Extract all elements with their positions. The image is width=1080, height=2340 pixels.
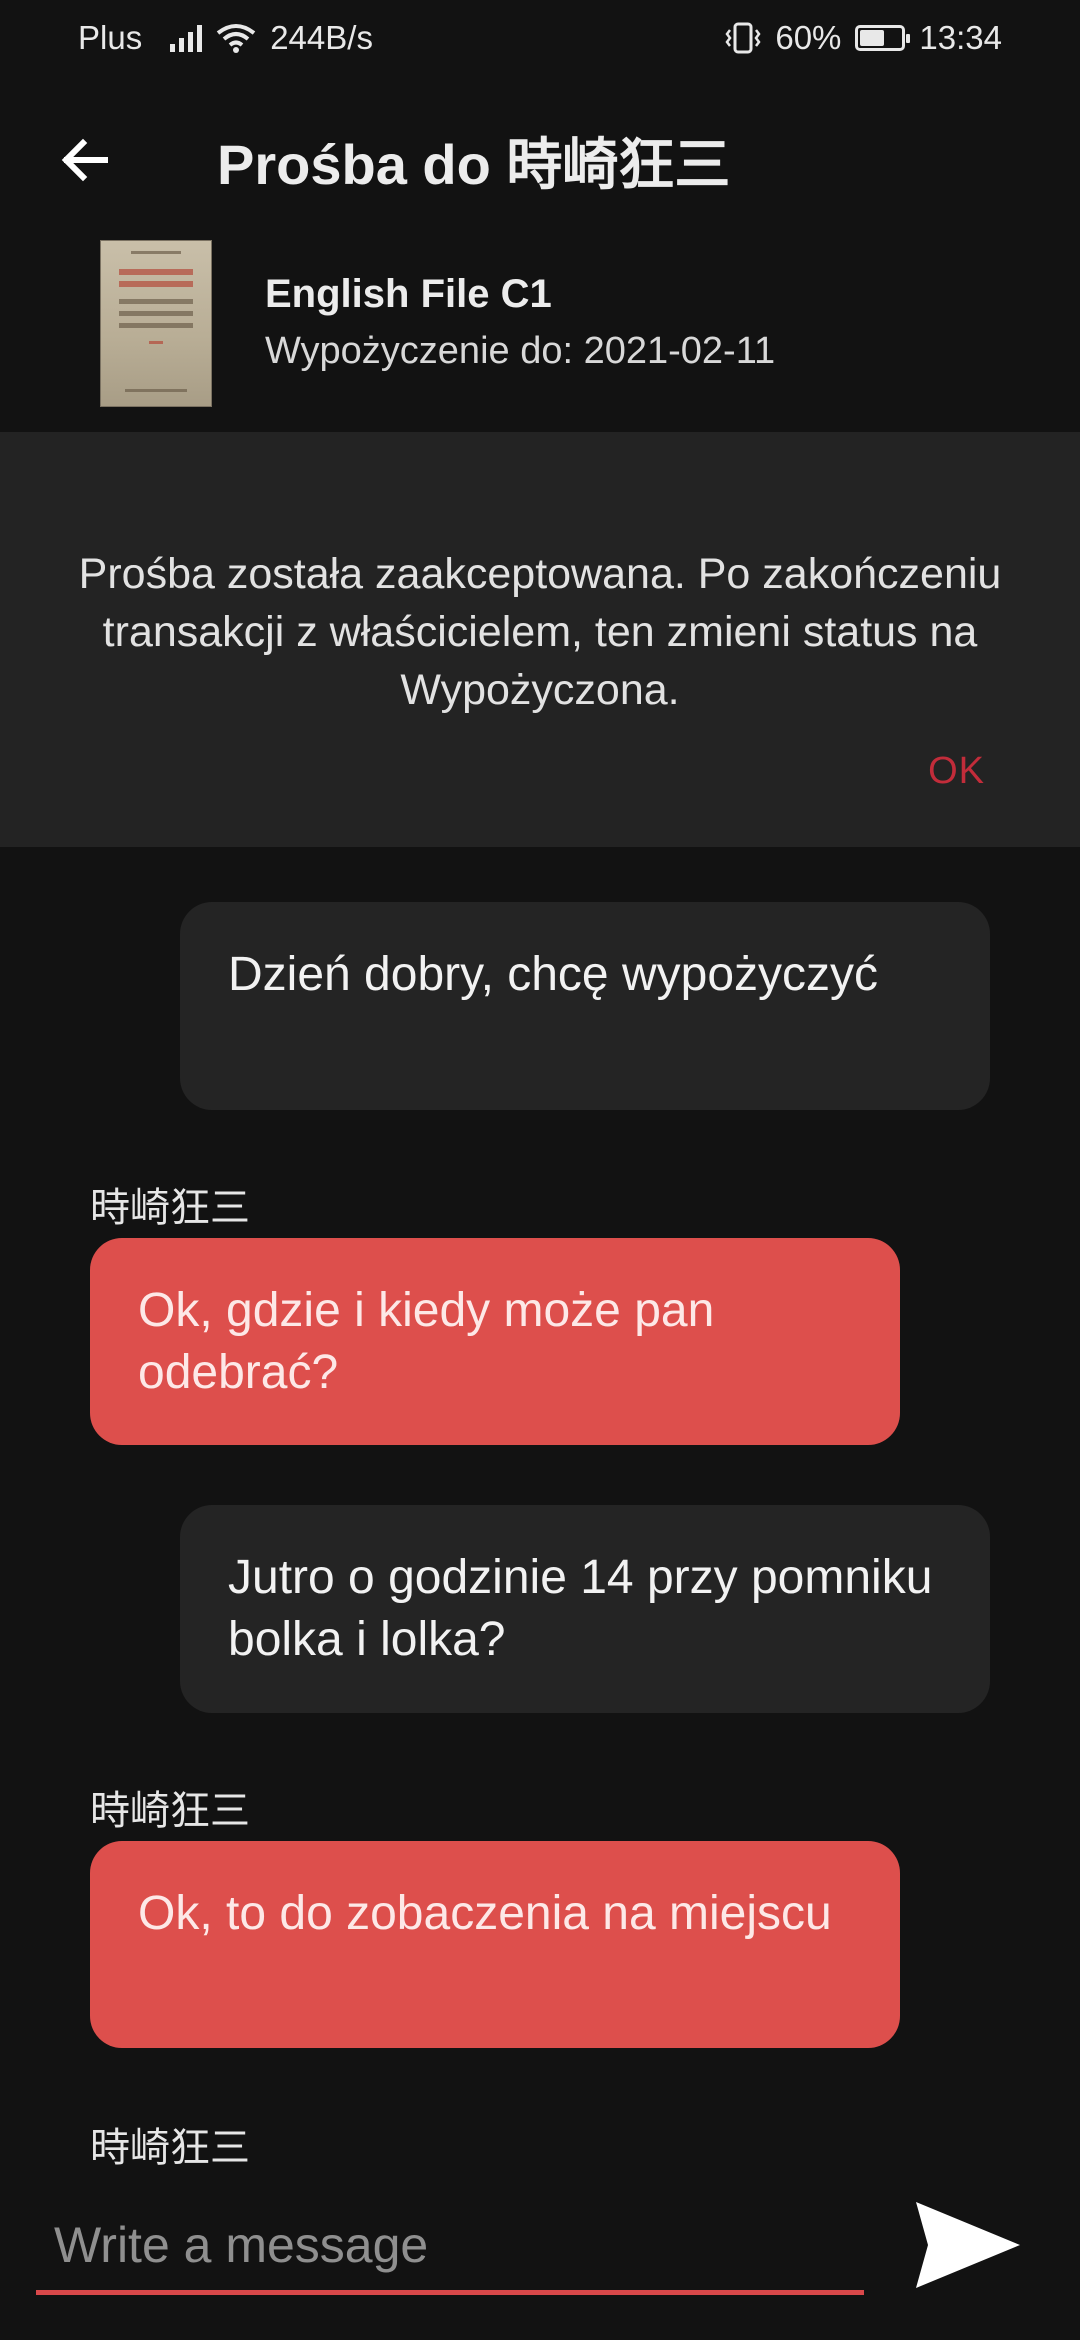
signal-icon: [170, 24, 203, 52]
send-button[interactable]: [910, 2195, 1025, 2295]
ok-button[interactable]: OK: [928, 750, 985, 793]
message-input[interactable]: [36, 2200, 864, 2295]
book-summary: English File C1 Wypożyczenie do: 2021-02…: [0, 230, 1080, 430]
message-text: Ok, gdzie i kiedy może pan odebrać?: [138, 1284, 715, 1399]
loan-due-date: Wypożyczenie do: 2021-02-11: [265, 330, 776, 372]
network-speed: 244B/s: [270, 18, 373, 56]
request-accepted-banner: Prośba została zaakceptowana. Po zakończ…: [0, 432, 1080, 847]
page-title: Prośba do 時崎狂三: [217, 133, 731, 196]
status-left: Plus 244B/s: [78, 19, 373, 57]
battery-icon: [855, 24, 911, 51]
message-sender: 時崎狂三: [90, 1186, 250, 1230]
top-app-bar: Prośba do 時崎狂三: [0, 90, 1080, 225]
message-outgoing: Dzień dobry, chcę wypożyczyć: [180, 902, 990, 1110]
message-text: Dzień dobry, chcę wypożyczyć: [228, 948, 879, 1001]
wifi-icon: [216, 23, 256, 53]
message-incoming: Ok, gdzie i kiedy może pan odebrać?: [90, 1238, 900, 1445]
battery-level: [860, 29, 885, 46]
message-incoming: Ok, to do zobaczenia na miejscu: [90, 1841, 900, 2048]
vibrate-icon: [725, 22, 761, 53]
status-bar: Plus 244B/s 60% 13:34: [0, 0, 1080, 75]
banner-message: Prośba została zaakceptowana. Po zakończ…: [78, 550, 1002, 714]
status-right: 60% 13:34: [725, 19, 1002, 57]
message-text: Ok, to do zobaczenia na miejscu: [138, 1887, 832, 1940]
message-outgoing: Jutro o godzinie 14 przy pomniku bolka i…: [180, 1505, 990, 1713]
typing-sender-label: 時崎狂三: [90, 2126, 250, 2170]
chat-screen: Plus 244B/s 60% 13:34 Prośba do 時崎狂三 Eng…: [0, 0, 1080, 2340]
message-sender: 時崎狂三: [90, 1789, 250, 1833]
book-title: English File C1: [265, 272, 552, 316]
clock: 13:34: [919, 18, 1002, 56]
battery-percent: 60%: [775, 18, 842, 56]
send-icon: [915, 2202, 1020, 2288]
arrow-left-icon: [61, 138, 108, 182]
message-text: Jutro o godzinie 14 przy pomniku bolka i…: [228, 1551, 933, 1666]
book-cover-image: [100, 240, 212, 407]
carrier-label: Plus: [78, 18, 143, 56]
back-button[interactable]: [50, 125, 120, 195]
